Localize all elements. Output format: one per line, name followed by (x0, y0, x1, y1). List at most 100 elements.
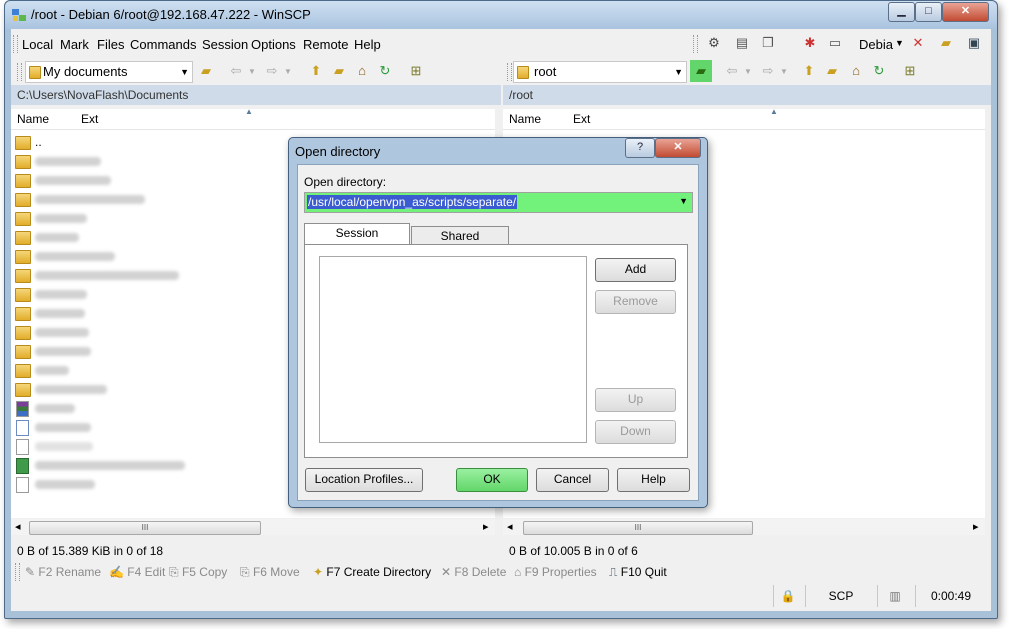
directory-combo[interactable]: /usr/local/openvpn_as/scripts/separate/ … (304, 192, 693, 213)
list-item[interactable] (15, 209, 315, 228)
home-icon[interactable]: ⌂ (353, 62, 371, 80)
list-item[interactable] (15, 456, 315, 475)
new-session-icon[interactable]: ✱ (801, 34, 819, 52)
right-path-bar[interactable]: /root (503, 85, 991, 105)
menubar-grip[interactable] (13, 35, 18, 53)
save-session-icon[interactable]: ▣ (965, 34, 983, 52)
location-profiles-button[interactable]: Location Profiles... (305, 468, 423, 492)
add-bookmark-button[interactable]: Add (595, 258, 676, 282)
list-item[interactable] (15, 152, 315, 171)
list-item[interactable] (15, 228, 315, 247)
session-selector[interactable]: Debia (859, 37, 893, 52)
scroll-right-icon[interactable]: ▸ (483, 520, 489, 533)
session-dropdown-icon[interactable]: ▼ (895, 38, 904, 48)
right-col-name[interactable]: Name (509, 109, 541, 129)
minimize-button[interactable]: ▁ (888, 2, 915, 22)
list-item[interactable] (15, 380, 315, 399)
delete-button[interactable]: ✕ F8 Delete (441, 565, 506, 579)
menu-remote[interactable]: Remote (303, 37, 349, 52)
close-button[interactable]: ✕ (942, 2, 989, 22)
list-item[interactable] (15, 437, 315, 456)
tree-icon[interactable]: ⊞ (407, 62, 425, 80)
edit-button[interactable]: ✍ F4 Edit (109, 565, 165, 579)
list-item-parent[interactable]: .. (15, 133, 315, 152)
back-dropdown-icon[interactable]: ▼ (739, 63, 757, 81)
transfer-settings-icon[interactable]: ▰ (937, 34, 955, 52)
menu-commands[interactable]: Commands (130, 37, 196, 52)
refresh-icon[interactable]: ↻ (870, 62, 888, 80)
right-scroll-thumb[interactable]: III (523, 521, 753, 535)
rename-button[interactable]: ✎ F2 Rename (25, 565, 101, 579)
sessions-icon[interactable]: ▭ (826, 34, 844, 52)
right-horizontal-scrollbar[interactable]: ◂ III ▸ (503, 519, 985, 535)
tree-icon[interactable]: ⊞ (901, 62, 919, 80)
list-item[interactable] (15, 399, 315, 418)
menu-session[interactable]: Session (202, 37, 248, 52)
root-dir-icon[interactable]: ▰ (823, 62, 841, 80)
list-item[interactable] (15, 361, 315, 380)
left-scroll-thumb[interactable]: III (29, 521, 261, 535)
list-item[interactable] (15, 285, 315, 304)
move-button[interactable]: ⎘ F6 Move (240, 565, 300, 580)
left-toolbar-grip[interactable] (17, 63, 22, 81)
refresh-icon[interactable]: ↻ (376, 62, 394, 80)
menu-help[interactable]: Help (354, 37, 381, 52)
disconnect-icon[interactable]: ✕ (909, 34, 927, 52)
list-item[interactable] (15, 266, 315, 285)
left-path-bar[interactable]: C:\Users\NovaFlash\Documents (11, 85, 501, 105)
list-item[interactable] (15, 247, 315, 266)
left-horizontal-scrollbar[interactable]: ◂ III ▸ (11, 519, 495, 535)
home-icon[interactable]: ⌂ (847, 62, 865, 80)
fkeys-grip[interactable] (15, 563, 20, 581)
tab-session-bookmarks[interactable]: Session bookmarks (304, 223, 410, 259)
ok-button[interactable]: OK (456, 468, 528, 492)
dialog-close-button[interactable]: ✕ (655, 138, 701, 158)
copy-button[interactable]: ⎘ F5 Copy (169, 565, 227, 580)
preferences-gear-icon[interactable]: ⚙ (705, 34, 723, 52)
right-col-ext[interactable]: Ext (573, 109, 590, 129)
open-folder-icon[interactable]: ▰ (197, 62, 215, 80)
left-location-combo[interactable]: My documents ▼ (25, 61, 193, 83)
parent-dir-icon[interactable]: ⬆ (307, 62, 325, 80)
list-item[interactable] (15, 342, 315, 361)
title-bar[interactable]: /root - Debian 6/root@192.168.47.222 - W… (5, 1, 997, 29)
right-location-combo[interactable]: root ▼ (513, 61, 687, 83)
queue-icon[interactable]: ▤ (733, 34, 751, 52)
list-item[interactable] (15, 418, 315, 437)
dialog-help-button[interactable]: ? (625, 138, 655, 158)
forward-dropdown-icon[interactable]: ▼ (279, 63, 297, 81)
parent-dir-icon[interactable]: ⬆ (800, 62, 818, 80)
left-col-name[interactable]: Name (17, 109, 49, 129)
scroll-right-icon[interactable]: ▸ (973, 520, 979, 533)
create-directory-button[interactable]: ✦ F7 Create Directory (313, 565, 431, 579)
left-col-ext[interactable]: Ext (81, 109, 98, 129)
chevron-down-icon[interactable]: ▼ (679, 196, 688, 206)
move-up-button[interactable]: Up (595, 388, 676, 412)
list-item[interactable] (15, 190, 315, 209)
move-down-button[interactable]: Down (595, 420, 676, 444)
open-directory-highlighted-icon[interactable]: ▰ (690, 60, 712, 82)
quit-button[interactable]: ⎍ F10 Quit (609, 565, 667, 580)
help-button[interactable]: Help (617, 468, 690, 492)
remove-bookmark-button[interactable]: Remove (595, 290, 676, 314)
copy-queue-icon[interactable]: ❐ (759, 34, 777, 52)
back-dropdown-icon[interactable]: ▼ (243, 63, 261, 81)
scroll-left-icon[interactable]: ◂ (507, 520, 513, 533)
toolbar-grip[interactable] (693, 35, 698, 53)
menu-files[interactable]: Files (97, 37, 124, 52)
root-dir-icon[interactable]: ▰ (330, 62, 348, 80)
list-item[interactable] (15, 304, 315, 323)
menu-mark[interactable]: Mark (60, 37, 89, 52)
cancel-button[interactable]: Cancel (536, 468, 609, 492)
list-item[interactable] (15, 323, 315, 342)
menu-local[interactable]: Local (22, 37, 53, 52)
list-item[interactable] (15, 475, 315, 494)
right-toolbar-grip[interactable] (507, 63, 512, 81)
list-item[interactable] (15, 171, 315, 190)
forward-dropdown-icon[interactable]: ▼ (775, 63, 793, 81)
maximize-button[interactable]: □ (915, 2, 942, 22)
bookmarks-list[interactable] (319, 256, 587, 443)
properties-button[interactable]: ⌂ F9 Properties (514, 565, 597, 579)
directory-input[interactable]: /usr/local/openvpn_as/scripts/separate/ (307, 195, 518, 209)
scroll-left-icon[interactable]: ◂ (15, 520, 21, 533)
